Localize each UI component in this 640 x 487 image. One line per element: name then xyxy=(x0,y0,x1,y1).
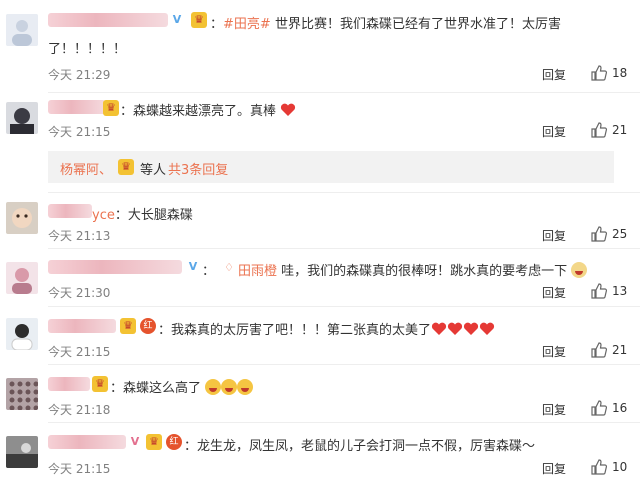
crown-badge-icon: ♛ xyxy=(92,376,108,392)
thumbs-up-icon[interactable] xyxy=(590,458,608,476)
comment-text: ：#田亮# 世界比赛！我们森碟已经有了世界水准了！太厉害 xyxy=(210,17,561,32)
avatar-image xyxy=(6,436,38,468)
mention-badge-icon: ♢ xyxy=(224,261,234,274)
like-count: 10 xyxy=(612,460,628,474)
thumbs-up-icon[interactable] xyxy=(590,225,608,243)
timestamp: 今天 21:18 xyxy=(48,403,111,417)
crown-badge-icon: ♛ xyxy=(118,159,134,175)
timestamp: 今天 21:30 xyxy=(48,286,111,300)
avatar[interactable] xyxy=(6,202,38,234)
comment-text-line2: 了！！！！！ xyxy=(48,42,127,57)
comment-item: V ♛ ：#田亮# 世界比赛！我们森碟已经有了世界水准了！太厉害 了！！！！！ … xyxy=(0,0,640,92)
timestamp: 今天 21:15 xyxy=(48,462,111,476)
reply-button[interactable]: 回复 xyxy=(542,227,566,244)
timestamp: 今天 21:15 xyxy=(48,345,111,359)
reply-button[interactable]: 回复 xyxy=(542,401,566,418)
username-blurred[interactable] xyxy=(48,319,116,333)
heart-emoji-icon xyxy=(281,103,296,116)
comment-text: ：森蝶这么高了 xyxy=(110,377,254,396)
crown-badge-icon: ♛ xyxy=(120,318,136,334)
reply-button[interactable]: 回复 xyxy=(542,343,566,360)
avatar-image xyxy=(6,262,38,294)
heart-emoji-icon xyxy=(479,322,495,335)
level-badge-icon: 红 xyxy=(140,318,156,334)
like-count: 13 xyxy=(612,284,628,298)
comment-text: ：龙生龙，凤生凤，老鼠的儿子会打洞一点不假，厉害森碟～ xyxy=(184,439,536,454)
reply-button[interactable]: 回复 xyxy=(542,460,566,477)
sub-reply-username[interactable]: 杨幂阿、 xyxy=(60,159,112,178)
username-tail[interactable]: yce xyxy=(92,208,115,223)
reply-button[interactable]: 回复 xyxy=(542,284,566,301)
avatar[interactable] xyxy=(6,14,38,46)
comment-item: ♛ ：森蝶这么高了 今天 21:18 回复 16 xyxy=(0,364,640,422)
comment-item: ♛ ：森蝶越来越漂亮了。真棒 今天 21:15 回复 21 杨幂阿、 ♛ 等人 … xyxy=(0,92,640,192)
heart-emoji-icon xyxy=(447,322,463,335)
comment-item: yce：大长腿森碟 今天 21:13 回复 25 xyxy=(0,192,640,248)
crown-badge-icon: ♛ xyxy=(191,12,207,28)
thumbs-up-icon[interactable] xyxy=(590,341,608,359)
username-blurred[interactable] xyxy=(48,435,126,449)
sub-replies-summary[interactable]: 杨幂阿、 ♛ 等人 共3条回复 xyxy=(48,151,614,183)
comment-item: V ： ♢ 田雨橙 哇，我们的森碟真的很棒呀！跳水真的要考虑一下 今天 21:3… xyxy=(0,248,640,306)
username-blurred[interactable] xyxy=(48,377,90,391)
like-count: 18 xyxy=(612,66,628,80)
heart-emoji-icon xyxy=(463,322,479,335)
crying-face-emoji-icon xyxy=(205,379,222,395)
timestamp: 今天 21:29 xyxy=(48,68,111,82)
level-badge-icon: 红 xyxy=(166,434,182,450)
avatar[interactable] xyxy=(6,262,38,294)
mention-link[interactable]: 田雨橙 xyxy=(238,264,277,279)
comment-text: ：我森真的太厉害了吧！！！第二张真的太美了 xyxy=(158,319,495,338)
verified-badge: V xyxy=(188,260,198,273)
thumbs-up-icon[interactable] xyxy=(590,282,608,300)
crown-badge-icon: ♛ xyxy=(146,434,162,450)
comment-text: yce：大长腿森碟 xyxy=(92,208,193,223)
username-blurred[interactable] xyxy=(48,13,168,27)
view-all-replies-link[interactable]: 共3条回复 xyxy=(168,159,228,178)
username-blurred[interactable] xyxy=(48,204,92,218)
avatar-image xyxy=(6,14,38,46)
avatar[interactable] xyxy=(6,436,38,468)
thumbs-up-icon[interactable] xyxy=(590,121,608,139)
verified-badge: V xyxy=(130,435,140,448)
thumbs-up-icon[interactable] xyxy=(590,64,608,82)
verified-badge: V xyxy=(172,13,182,26)
hashtag-link[interactable]: #田亮# xyxy=(223,17,271,32)
comment-text: ：森蝶越来越漂亮了。真棒 xyxy=(120,100,296,119)
avatar-image xyxy=(6,102,38,134)
comment-text: 田雨橙 哇，我们的森碟真的很棒呀！跳水真的要考虑一下 xyxy=(238,260,588,279)
crown-badge-icon: ♛ xyxy=(103,100,119,116)
like-count: 25 xyxy=(612,227,628,241)
like-count: 16 xyxy=(612,401,628,415)
like-count: 21 xyxy=(612,123,628,137)
username-blurred[interactable] xyxy=(48,260,182,274)
colon: ： xyxy=(202,264,216,279)
username-blurred[interactable] xyxy=(48,100,106,114)
sub-reply-text: 等人 xyxy=(140,163,167,178)
reply-button[interactable]: 回复 xyxy=(542,66,566,83)
timestamp: 今天 21:13 xyxy=(48,229,111,243)
crying-face-emoji-icon xyxy=(237,379,254,395)
timestamp: 今天 21:15 xyxy=(48,125,111,139)
avatar-image xyxy=(6,378,38,410)
like-count: 21 xyxy=(612,343,628,357)
avatar[interactable] xyxy=(6,102,38,134)
avatar-image xyxy=(6,202,38,234)
dog-face-emoji-icon xyxy=(571,262,588,278)
comment-item: V ♛ 红 ：龙生龙，凤生凤，老鼠的儿子会打洞一点不假，厉害森碟～ 今天 21:… xyxy=(0,422,640,487)
crying-face-emoji-icon xyxy=(221,379,238,395)
thumbs-up-icon[interactable] xyxy=(590,399,608,417)
heart-emoji-icon xyxy=(431,322,447,335)
avatar[interactable] xyxy=(6,318,38,350)
avatar[interactable] xyxy=(6,378,38,410)
comment-item: ♛ 红 ：我森真的太厉害了吧！！！第二张真的太美了 今天 21:15 回复 21 xyxy=(0,306,640,364)
avatar-image xyxy=(6,318,38,350)
reply-button[interactable]: 回复 xyxy=(542,123,566,140)
